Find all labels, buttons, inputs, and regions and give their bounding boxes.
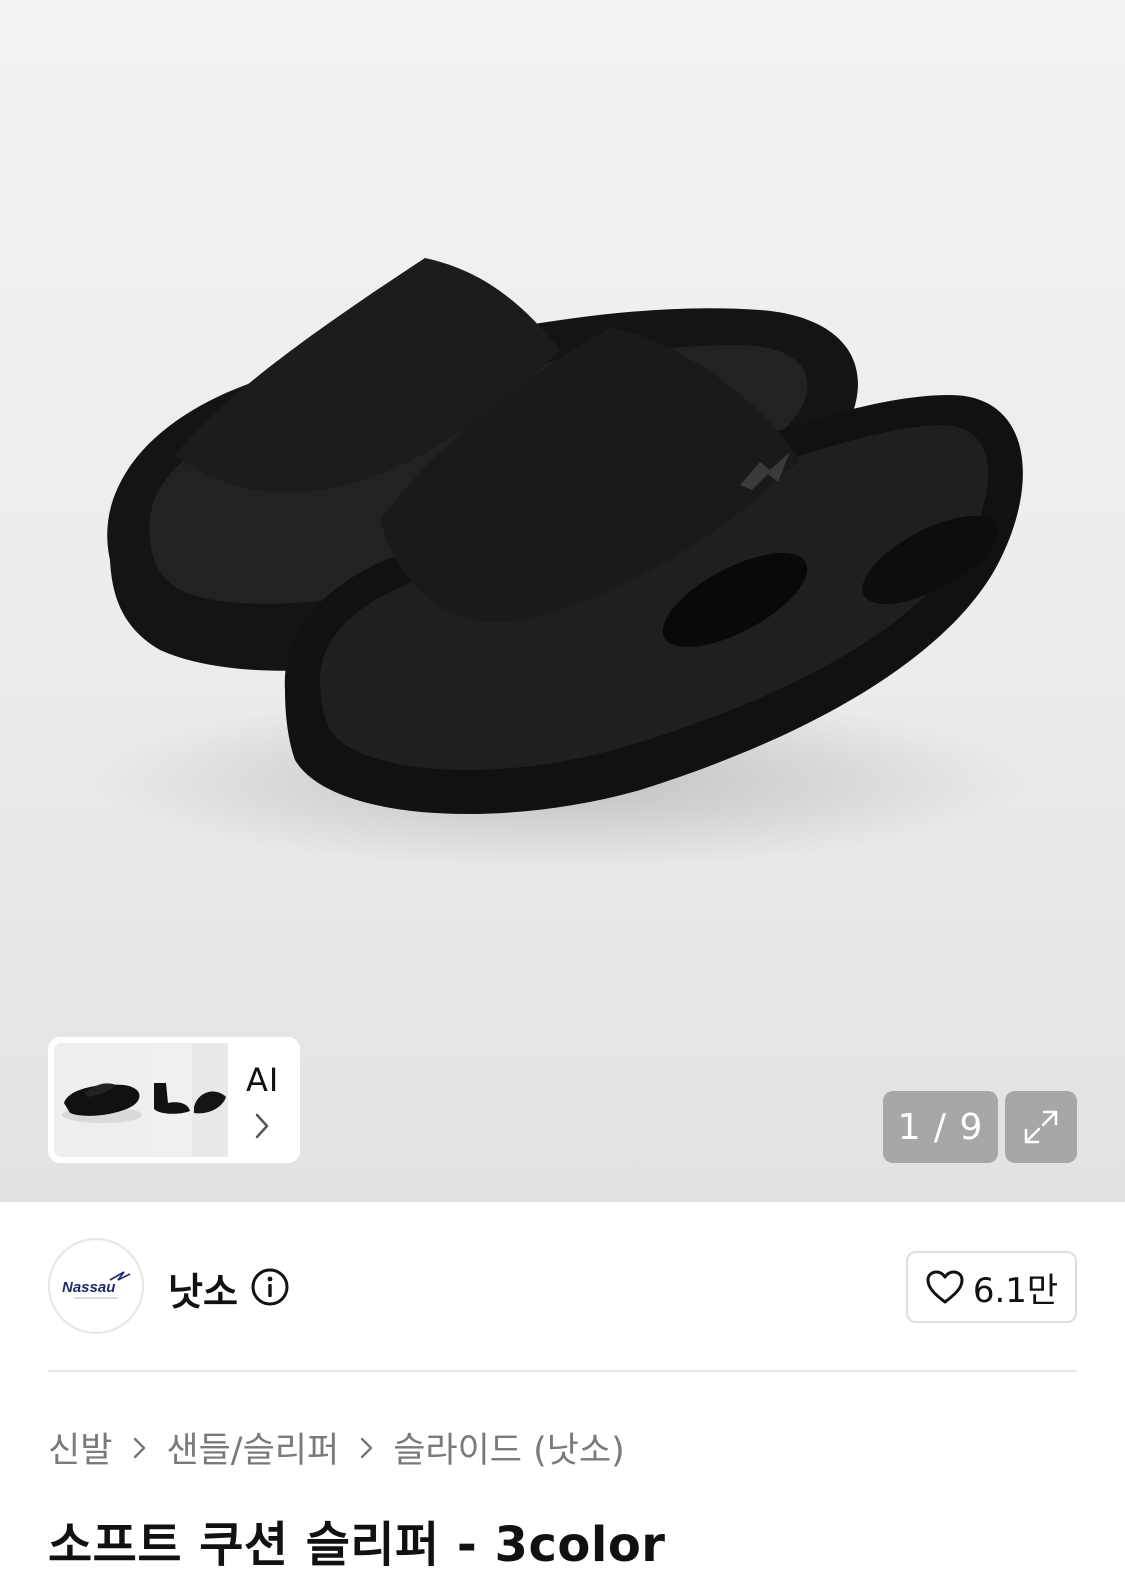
product-title: 소프트 쿠션 슬리퍼 - 3color bbox=[48, 1517, 666, 1573]
thumbnail-2[interactable] bbox=[150, 1043, 192, 1157]
breadcrumb-item-shoes[interactable]: 신발 bbox=[48, 1422, 112, 1473]
breadcrumb-item-sandals[interactable]: 샌들/슬리퍼 bbox=[166, 1422, 339, 1473]
product-image[interactable] bbox=[0, 0, 1125, 1202]
chevron-right-icon[interactable] bbox=[253, 1111, 271, 1141]
expand-button[interactable] bbox=[1005, 1091, 1077, 1163]
thumbnail-1[interactable] bbox=[54, 1043, 150, 1157]
page-indicator: 1 / 9 bbox=[883, 1091, 998, 1163]
breadcrumb: 신발 샌들/슬리퍼 슬라이드 (낫소) bbox=[48, 1422, 625, 1473]
chevron-right-icon bbox=[361, 1437, 373, 1458]
thumbnail-strip[interactable]: AI bbox=[48, 1037, 300, 1163]
nassau-logo: Nassau bbox=[62, 1271, 131, 1299]
info-icon[interactable] bbox=[250, 1267, 290, 1307]
divider bbox=[48, 1370, 1077, 1372]
expand-icon bbox=[1024, 1110, 1058, 1144]
thumbnail-3[interactable] bbox=[192, 1043, 228, 1157]
breadcrumb-item-slide[interactable]: 슬라이드 (낫소) bbox=[393, 1422, 625, 1473]
like-button[interactable]: 6.1만 bbox=[906, 1251, 1077, 1323]
brand-logo[interactable]: Nassau bbox=[48, 1238, 144, 1334]
chevron-right-icon bbox=[134, 1437, 146, 1458]
heart-icon bbox=[926, 1270, 964, 1304]
product-gallery[interactable]: AI 1 / 9 bbox=[0, 0, 1125, 1202]
brand-name[interactable]: 낫소 bbox=[168, 1261, 238, 1316]
like-count: 6.1만 bbox=[972, 1270, 1059, 1311]
svg-text:Nassau: Nassau bbox=[62, 1279, 115, 1296]
ai-label[interactable]: AI bbox=[246, 1061, 279, 1099]
page-indicator-text: 1 / 9 bbox=[897, 1106, 984, 1148]
